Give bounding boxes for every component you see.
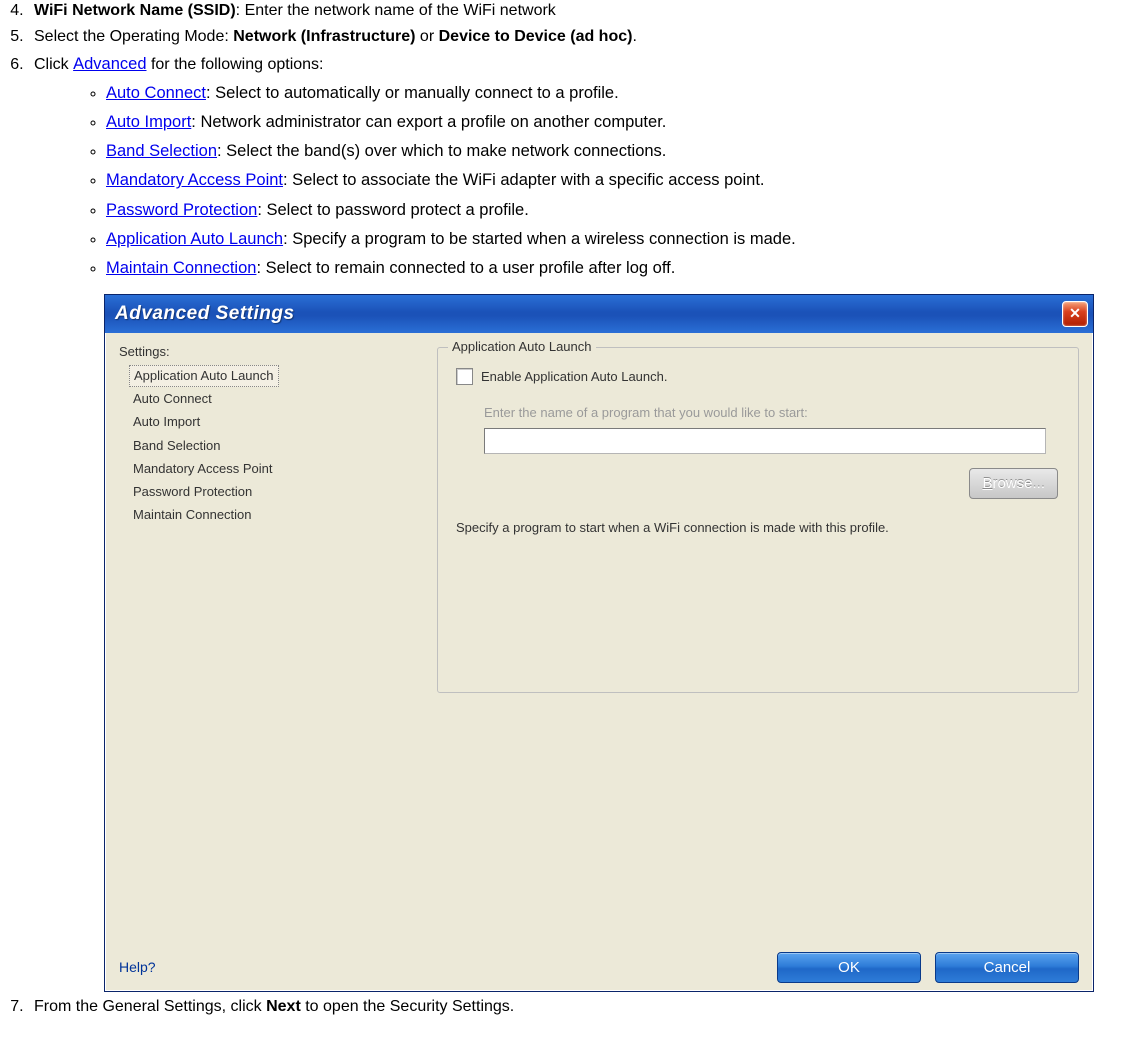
app-auto-launch-link[interactable]: Application Auto Launch xyxy=(106,230,283,248)
dialog-title: Advanced Settings xyxy=(115,301,295,328)
sub-rest: : Select to associate the WiFi adapter w… xyxy=(283,171,764,189)
advanced-link[interactable]: Advanced xyxy=(73,55,146,73)
cancel-button[interactable]: Cancel xyxy=(935,952,1079,983)
step-7-pre: From the General Settings, click xyxy=(34,998,266,1015)
step-5-post: . xyxy=(632,28,636,45)
settings-item[interactable]: Band Selection xyxy=(129,435,419,457)
step-4-rest: : Enter the network name of the WiFi net… xyxy=(236,2,556,19)
sub-item: Mandatory Access Point: Select to associ… xyxy=(106,169,1126,192)
titlebar: Advanced Settings ✕ xyxy=(105,295,1093,333)
program-name-label: Enter the name of a program that you wou… xyxy=(484,404,1062,422)
app-auto-launch-group: Application Auto Launch Enable Applicati… xyxy=(437,347,1079,693)
sub-item: Auto Connect: Select to automatically or… xyxy=(106,82,1126,105)
sub-rest: : Select to password protect a profile. xyxy=(257,201,528,219)
step-7-bold: Next xyxy=(266,998,301,1015)
program-path-input[interactable] xyxy=(484,428,1046,454)
sub-rest: : Specify a program to be started when a… xyxy=(283,230,796,248)
step-6-pre: Click xyxy=(34,56,73,73)
group-description: Specify a program to start when a WiFi c… xyxy=(456,519,1058,537)
sub-rest: : Network administrator can export a pro… xyxy=(191,113,666,131)
settings-item[interactable]: Password Protection xyxy=(129,481,419,503)
step-5: Select the Operating Mode: Network (Infr… xyxy=(28,26,1126,48)
sub-item: Maintain Connection: Select to remain co… xyxy=(106,257,1126,280)
step-4: WiFi Network Name (SSID): Enter the netw… xyxy=(28,0,1126,22)
step-5-pre: Select the Operating Mode: xyxy=(34,28,233,45)
enable-checkbox[interactable] xyxy=(456,368,473,385)
sub-item: Band Selection: Select the band(s) over … xyxy=(106,140,1126,163)
settings-item[interactable]: Auto Import xyxy=(129,411,419,433)
step-7-post: to open the Security Settings. xyxy=(301,998,514,1015)
group-legend: Application Auto Launch xyxy=(448,338,596,356)
auto-connect-link[interactable]: Auto Connect xyxy=(106,84,206,102)
step-6-post: for the following options: xyxy=(147,56,324,73)
close-icon: ✕ xyxy=(1069,304,1081,324)
enable-checkbox-label: Enable Application Auto Launch. xyxy=(481,368,667,386)
sub-item: Password Protection: Select to password … xyxy=(106,199,1126,222)
ok-button[interactable]: OK xyxy=(777,952,921,983)
step-5-b1: Network (Infrastructure) xyxy=(233,28,415,45)
band-selection-link[interactable]: Band Selection xyxy=(106,142,217,160)
settings-label: Settings: xyxy=(119,343,419,361)
step-6: Click Advanced for the following options… xyxy=(28,53,1126,992)
step-5-b2: Device to Device (ad hoc) xyxy=(439,28,633,45)
advanced-settings-dialog: Advanced Settings ✕ Settings: Applicatio… xyxy=(104,294,1094,992)
mandatory-ap-link[interactable]: Mandatory Access Point xyxy=(106,171,283,189)
sub-rest: : Select to remain connected to a user p… xyxy=(256,259,675,277)
sub-item: Application Auto Launch: Specify a progr… xyxy=(106,228,1126,251)
settings-item[interactable]: Maintain Connection xyxy=(129,504,419,526)
settings-item[interactable]: Mandatory Access Point xyxy=(129,458,419,480)
browse-rest: rowse... xyxy=(992,475,1045,492)
settings-item[interactable]: Auto Connect xyxy=(129,388,419,410)
step-7: From the General Settings, click Next to… xyxy=(28,996,1126,1018)
auto-import-link[interactable]: Auto Import xyxy=(106,113,191,131)
browse-button[interactable]: Browse... xyxy=(969,468,1058,499)
sub-rest: : Select to automatically or manually co… xyxy=(206,84,619,102)
maintain-connection-link[interactable]: Maintain Connection xyxy=(106,259,256,277)
settings-item-selected[interactable]: Application Auto Launch xyxy=(129,365,279,387)
sub-item: Auto Import: Network administrator can e… xyxy=(106,111,1126,134)
step-5-mid: or xyxy=(415,28,438,45)
password-protection-link[interactable]: Password Protection xyxy=(106,201,257,219)
close-button[interactable]: ✕ xyxy=(1062,301,1088,327)
help-link[interactable]: Help? xyxy=(119,958,156,978)
step-4-bold: WiFi Network Name (SSID) xyxy=(34,2,236,19)
sub-rest: : Select the band(s) over which to make … xyxy=(217,142,666,160)
settings-list[interactable]: Application Auto Launch Auto Connect Aut… xyxy=(119,363,419,526)
